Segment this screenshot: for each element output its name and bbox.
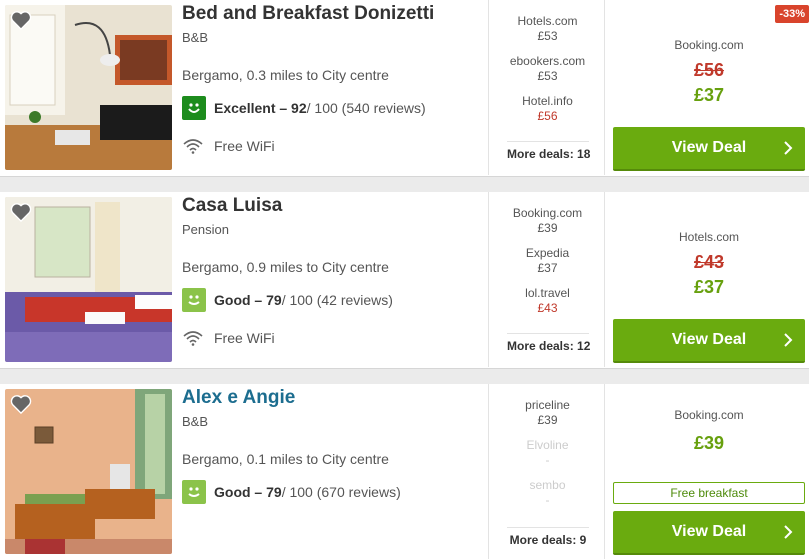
- hotel-location: Bergamo, 0.3 miles to City centre: [182, 67, 389, 83]
- rating[interactable]: Good – 79 / 100 (670 reviews): [182, 480, 401, 504]
- chevron-right-icon: [784, 141, 793, 155]
- deal-price: £56: [537, 109, 558, 123]
- heart-icon[interactable]: [10, 394, 32, 414]
- rating-reviews: / 100 (540 reviews): [306, 100, 426, 116]
- rating[interactable]: Excellent – 92 / 100 (540 reviews): [182, 96, 426, 120]
- deal-item: Elvoline -: [489, 438, 606, 468]
- old-price: £56: [693, 60, 725, 80]
- deal-price: £53: [537, 29, 558, 43]
- amenity: Free WiFi: [182, 138, 275, 154]
- deal-provider: ebookers.com: [509, 54, 586, 68]
- deal-price: £37: [693, 277, 725, 297]
- deal-provider: priceline: [525, 398, 570, 412]
- heart-icon[interactable]: [10, 10, 32, 30]
- hotel-photo[interactable]: [5, 389, 172, 554]
- deal-price: £37: [693, 85, 725, 105]
- hotel-card: Casa Luisa Pension Bergamo, 0.9 miles to…: [0, 192, 809, 369]
- best-provider: Booking.com: [674, 408, 744, 422]
- rating-reviews: / 100 (42 reviews): [281, 292, 393, 308]
- wifi-icon: [183, 139, 203, 154]
- deal-price: £39: [693, 433, 725, 453]
- hotel-type: Pension: [182, 222, 229, 237]
- deal-item[interactable]: Expedia £37: [489, 246, 606, 276]
- hotel-name[interactable]: Alex e Angie: [182, 387, 295, 409]
- wifi-icon: [183, 331, 203, 346]
- hotel-name[interactable]: Bed and Breakfast Donizetti: [182, 3, 434, 25]
- rating-reviews: / 100 (670 reviews): [281, 484, 401, 500]
- other-deals: priceline £39 Elvoline - sembo - More deals…: [488, 384, 605, 559]
- deal-price: -: [545, 493, 550, 507]
- hotel-type: B&B: [182, 414, 209, 429]
- good-smiley-icon: [182, 480, 206, 504]
- more-deals-link[interactable]: More deals: 12: [507, 333, 590, 353]
- view-deal-button[interactable]: View Deal: [613, 511, 805, 555]
- hotel-card: Alex e Angie B&B Bergamo, 0.1 miles to C…: [0, 384, 809, 559]
- hotel-type: B&B: [182, 30, 209, 45]
- deal-item[interactable]: lol.travel £43: [489, 286, 606, 316]
- hotel-location: Bergamo, 0.9 miles to City centre: [182, 259, 389, 275]
- deal-price: £53: [537, 69, 558, 83]
- more-deals-link[interactable]: More deals: 18: [507, 141, 590, 161]
- rating-score: Good – 79: [214, 484, 282, 500]
- deal-price: £39: [537, 221, 558, 235]
- heart-icon[interactable]: [10, 202, 32, 222]
- free-breakfast-badge: Free breakfast: [613, 482, 805, 504]
- more-deals-link[interactable]: More deals: 9: [507, 527, 589, 547]
- hotel-location: Bergamo, 0.1 miles to City centre: [182, 451, 389, 467]
- view-deal-label: View Deal: [671, 523, 747, 540]
- deal-provider: Elvoline: [526, 438, 569, 452]
- chevron-right-icon: [784, 333, 793, 347]
- deal-price: £37: [537, 261, 558, 275]
- deal-price: £39: [537, 413, 558, 427]
- view-deal-label: View Deal: [671, 139, 747, 156]
- best-provider: Hotels.com: [678, 230, 740, 244]
- deal-item: sembo -: [489, 478, 606, 508]
- rating[interactable]: Good – 79 / 100 (42 reviews): [182, 288, 393, 312]
- chevron-right-icon: [784, 525, 793, 539]
- discount-badge: -33%: [775, 5, 809, 23]
- deal-provider: Hotels.com: [517, 14, 578, 28]
- other-deals: Hotels.com £53 ebookers.com £53 Hotel.info…: [488, 0, 605, 175]
- amenity-label: Free WiFi: [214, 330, 275, 346]
- good-smiley-icon: [182, 288, 206, 312]
- deal-provider: sembo: [529, 478, 566, 492]
- amenity: Free WiFi: [182, 330, 275, 346]
- deal-provider: lol.travel: [525, 286, 570, 300]
- deal-item[interactable]: Hotel.info £56: [489, 94, 606, 124]
- view-deal-button[interactable]: View Deal: [613, 319, 805, 363]
- deal-item[interactable]: Booking.com £39: [489, 206, 606, 236]
- other-deals: Booking.com £39 Expedia £37 lol.travel £43 …: [488, 192, 605, 367]
- rating-score: Good – 79: [214, 292, 282, 308]
- best-provider: Booking.com: [674, 38, 744, 52]
- best-deal: Booking.com £56 £37 View Deal: [613, 0, 805, 177]
- best-deal: Hotels.com £43 £37 View Deal: [613, 192, 805, 369]
- deal-provider: Hotel.info: [522, 94, 573, 108]
- amenity-label: Free WiFi: [214, 138, 275, 154]
- hotel-photo[interactable]: [5, 197, 172, 362]
- deal-provider: Expedia: [525, 246, 570, 260]
- deal-price: -: [545, 453, 550, 467]
- deal-price: £43: [537, 301, 558, 315]
- deal-item[interactable]: Hotels.com £53: [489, 14, 606, 44]
- excellent-smiley-icon: [182, 96, 206, 120]
- view-deal-label: View Deal: [671, 331, 747, 348]
- deal-provider: Booking.com: [512, 206, 583, 220]
- hotel-name[interactable]: Casa Luisa: [182, 195, 282, 217]
- deal-item[interactable]: priceline £39: [489, 398, 606, 428]
- deal-item[interactable]: ebookers.com £53: [489, 54, 606, 84]
- best-deal: Booking.com £39 Free breakfast View Deal: [613, 384, 805, 559]
- rating-score: Excellent – 92: [214, 100, 307, 116]
- hotel-photo[interactable]: [5, 5, 172, 170]
- view-deal-button[interactable]: View Deal: [613, 127, 805, 171]
- hotel-card: Bed and Breakfast Donizetti B&B Bergamo,…: [0, 0, 809, 177]
- old-price: £43: [693, 252, 725, 272]
